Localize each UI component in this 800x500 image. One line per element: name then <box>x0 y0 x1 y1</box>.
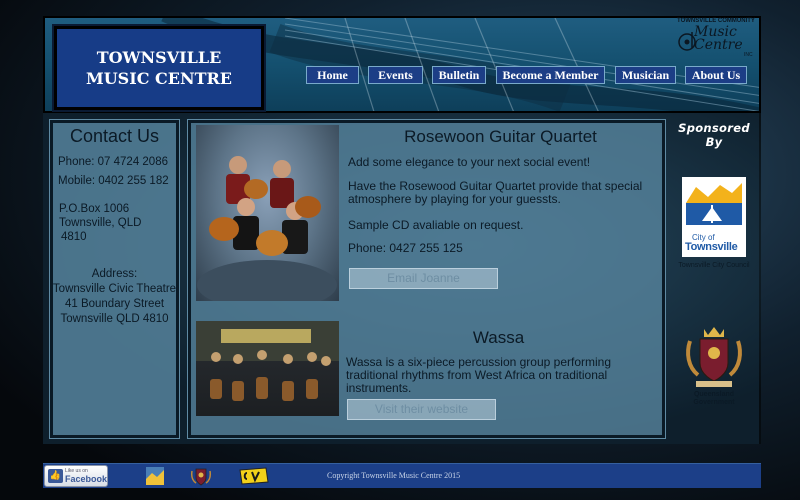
contact-po-box-3: 4810 <box>61 231 87 243</box>
contact-address-1: Townsville Civic Theatre <box>52 283 177 295</box>
quartet-line-3: Sample CD avaliable on request. <box>348 218 524 232</box>
contact-address-label: Address: <box>91 268 138 280</box>
townsville-city-council-logo[interactable]: City of Townsville <box>682 177 746 257</box>
cv-logo-icon[interactable] <box>238 466 270 486</box>
contact-address-3: Townsville QLD 4810 <box>60 313 169 325</box>
site-title: TOWNSVILLE MUSIC CENTRE <box>86 48 232 88</box>
wassa-photo-illustration <box>196 321 339 401</box>
nav-home[interactable]: Home <box>306 66 359 84</box>
logo-script: Music Centre <box>694 25 743 53</box>
nav-become-member[interactable]: Become a Member <box>496 66 605 84</box>
wassa-title: Wassa <box>472 328 525 347</box>
music-centre-logo: TOWNSVILLE COMMUNITY Music Centre INC <box>674 16 758 68</box>
wassa-photo <box>196 321 339 416</box>
nav-musician[interactable]: Musician <box>615 66 676 84</box>
contact-po-box-2: Townsville, QLD <box>59 217 142 229</box>
tcc-townsville: Townsville <box>685 241 738 253</box>
quartet-title: Rosewoon Guitar Quartet <box>404 127 597 146</box>
wassa-description: Wassa is a six-piece percussion group pe… <box>346 355 612 395</box>
contact-address-2: 41 Boundary Street <box>64 298 165 310</box>
facebook-like-big-text: Facebook <box>65 474 108 484</box>
partner-logo-icon[interactable] <box>144 465 166 487</box>
visit-website-button[interactable]: Visit their website <box>347 399 496 420</box>
qld-caption-line-2: Government <box>693 399 735 406</box>
contact-po-box-1: P.O.Box 1006 <box>59 203 130 215</box>
quartet-phone: Phone: 0427 255 125 <box>348 241 463 255</box>
quartet-photo <box>196 125 339 301</box>
tcc-caption: Townsville City Council <box>678 262 750 269</box>
logo-script-line-2: Centre <box>694 37 743 53</box>
nav-events[interactable]: Events <box>368 66 423 84</box>
facebook-like-icon: 👍 <box>48 469 63 483</box>
copyright-text: Copyright Townsville Music Centre 2015 <box>327 471 461 480</box>
site-title-logo[interactable]: TOWNSVILLE MUSIC CENTRE <box>52 24 266 112</box>
queensland-crest-icon[interactable] <box>682 323 746 393</box>
quartet-line-2: Have the Rosewood Guitar Quartet provide… <box>348 179 643 206</box>
email-joanne-button[interactable]: Email Joanne <box>349 268 498 289</box>
nav-bulletin[interactable]: Bulletin <box>432 66 486 84</box>
contact-phone: Phone: 07 4724 2086 <box>58 156 168 168</box>
quartet-photo-illustration <box>197 156 337 301</box>
crest-icon[interactable] <box>190 465 212 487</box>
contact-mobile: Mobile: 0402 255 182 <box>58 175 169 187</box>
facebook-like-button[interactable]: 👍 Like us on Facebook <box>44 465 108 487</box>
logo-inc: INC <box>744 52 753 58</box>
queensland-government-caption: Queensland Government <box>668 391 760 407</box>
nav-about-us[interactable]: About Us <box>685 66 747 84</box>
sponsored-by-heading: Sponsored By <box>678 121 750 149</box>
quartet-line-1: Add some elegance to your next social ev… <box>348 155 591 169</box>
contact-title: Contact Us <box>69 126 160 146</box>
qld-caption-line-1: Queensland <box>693 391 735 398</box>
